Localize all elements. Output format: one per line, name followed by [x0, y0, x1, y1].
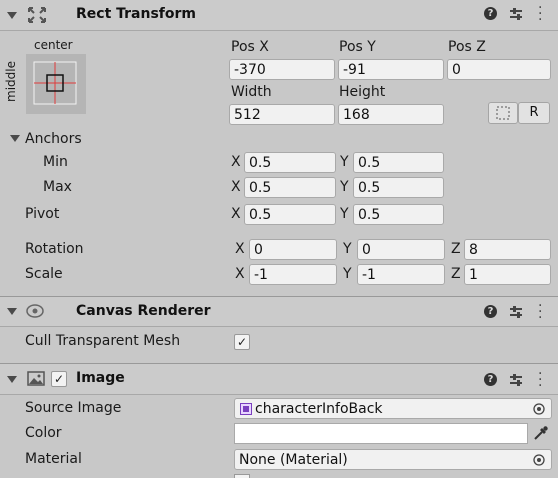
color-label: Color	[25, 425, 62, 441]
scale-z-axis: Z	[451, 266, 461, 282]
pivot-x-field[interactable]: 0.5	[244, 204, 336, 225]
rect-transform-icon	[28, 7, 46, 23]
scale-label: Scale	[25, 266, 63, 282]
overflow-menu-icon[interactable]: · · ·	[538, 299, 542, 325]
width-field[interactable]: 512	[229, 104, 335, 125]
min-y-field[interactable]: 0.5	[353, 152, 444, 173]
min-x-field[interactable]: 0.5	[244, 152, 336, 173]
scale-x-axis: X	[235, 266, 245, 282]
preset-icon[interactable]	[509, 7, 523, 21]
min-label: Min	[43, 154, 68, 170]
anchor-preset-button[interactable]	[26, 54, 86, 114]
component-title: Image	[76, 370, 125, 386]
source-image-value: characterInfoBack	[255, 401, 383, 417]
image-header[interactable]: ✓ Image ? · · ·	[0, 363, 558, 395]
anchor-preset-h-label: center	[34, 38, 73, 52]
max-x-field[interactable]: 0.5	[244, 177, 336, 198]
rotation-x-axis: X	[235, 241, 245, 257]
rotation-x-field[interactable]: 0	[249, 239, 337, 260]
pos-z-label: Pos Z	[448, 39, 486, 55]
anchors-label: Anchors	[25, 131, 82, 147]
eyedropper-icon[interactable]	[533, 425, 549, 441]
max-x-axis: X	[231, 179, 241, 195]
foldout-arrow-icon[interactable]	[7, 12, 17, 19]
preset-icon[interactable]	[509, 373, 523, 387]
cull-transparent-mesh-checkbox[interactable]: ✓	[234, 334, 250, 350]
pivot-y-field[interactable]: 0.5	[353, 204, 444, 225]
pivot-x-axis: X	[231, 206, 241, 222]
pos-y-label: Pos Y	[339, 39, 376, 55]
object-picker-icon[interactable]	[533, 454, 545, 466]
width-label: Width	[231, 84, 272, 100]
rotation-z-field[interactable]: 8	[464, 239, 551, 260]
pos-y-field[interactable]: -91	[338, 59, 444, 80]
image-enabled-checkbox[interactable]: ✓	[51, 371, 67, 387]
preset-icon[interactable]	[509, 305, 523, 319]
image-component-icon	[27, 371, 45, 386]
rotation-label: Rotation	[25, 241, 84, 257]
canvas-renderer-icon	[26, 304, 44, 318]
pivot-y-axis: Y	[340, 206, 349, 222]
rect-transform-header[interactable]: Rect Transform ? · · ·	[0, 0, 558, 31]
material-label: Material	[25, 451, 82, 467]
canvas-renderer-header[interactable]: Canvas Renderer ? · · ·	[0, 296, 558, 327]
pos-z-field[interactable]: 0	[447, 59, 551, 80]
color-swatch[interactable]	[234, 423, 528, 444]
anchor-preset-v-label: middle	[4, 61, 18, 102]
help-icon[interactable]: ?	[484, 7, 497, 20]
foldout-arrow-icon[interactable]	[7, 308, 17, 315]
anchor-preset-icon	[33, 61, 77, 105]
anchors-foldout-icon[interactable]	[10, 135, 20, 142]
pivot-label: Pivot	[25, 206, 60, 222]
source-image-field[interactable]: characterInfoBack	[234, 398, 552, 419]
min-x-axis: X	[231, 154, 241, 170]
rotation-z-axis: Z	[451, 241, 461, 257]
cull-transparent-mesh-label: Cull Transparent Mesh	[25, 333, 181, 349]
raw-edit-button[interactable]: R	[518, 102, 550, 124]
material-value: None (Material)	[239, 452, 348, 468]
component-title: Rect Transform	[76, 6, 197, 22]
max-y-field[interactable]: 0.5	[353, 177, 444, 198]
max-y-axis: Y	[340, 179, 349, 195]
rotation-y-field[interactable]: 0	[357, 239, 445, 260]
blueprint-mode-button[interactable]	[488, 102, 518, 124]
pos-x-field[interactable]: -370	[229, 59, 335, 80]
overflow-menu-icon[interactable]: · · ·	[538, 367, 542, 393]
max-label: Max	[43, 179, 72, 195]
material-field[interactable]: None (Material)	[234, 449, 552, 470]
help-icon[interactable]: ?	[484, 373, 497, 386]
height-field[interactable]: 168	[338, 104, 444, 125]
rotation-y-axis: Y	[343, 241, 352, 257]
scale-x-field[interactable]: -1	[249, 264, 337, 285]
blueprint-icon	[496, 106, 510, 120]
height-label: Height	[339, 84, 386, 100]
next-row-partial-checkbox[interactable]	[234, 474, 250, 478]
scale-y-axis: Y	[343, 266, 352, 282]
min-y-axis: Y	[340, 154, 349, 170]
overflow-menu-icon[interactable]: · · ·	[538, 1, 542, 27]
sprite-icon	[240, 403, 252, 415]
scale-z-field[interactable]: 1	[464, 264, 551, 285]
source-image-label: Source Image	[25, 400, 122, 416]
object-picker-icon[interactable]	[533, 403, 545, 415]
pos-x-label: Pos X	[231, 39, 269, 55]
component-title: Canvas Renderer	[76, 303, 211, 319]
help-icon[interactable]: ?	[484, 305, 497, 318]
foldout-arrow-icon[interactable]	[7, 376, 17, 383]
scale-y-field[interactable]: -1	[357, 264, 445, 285]
